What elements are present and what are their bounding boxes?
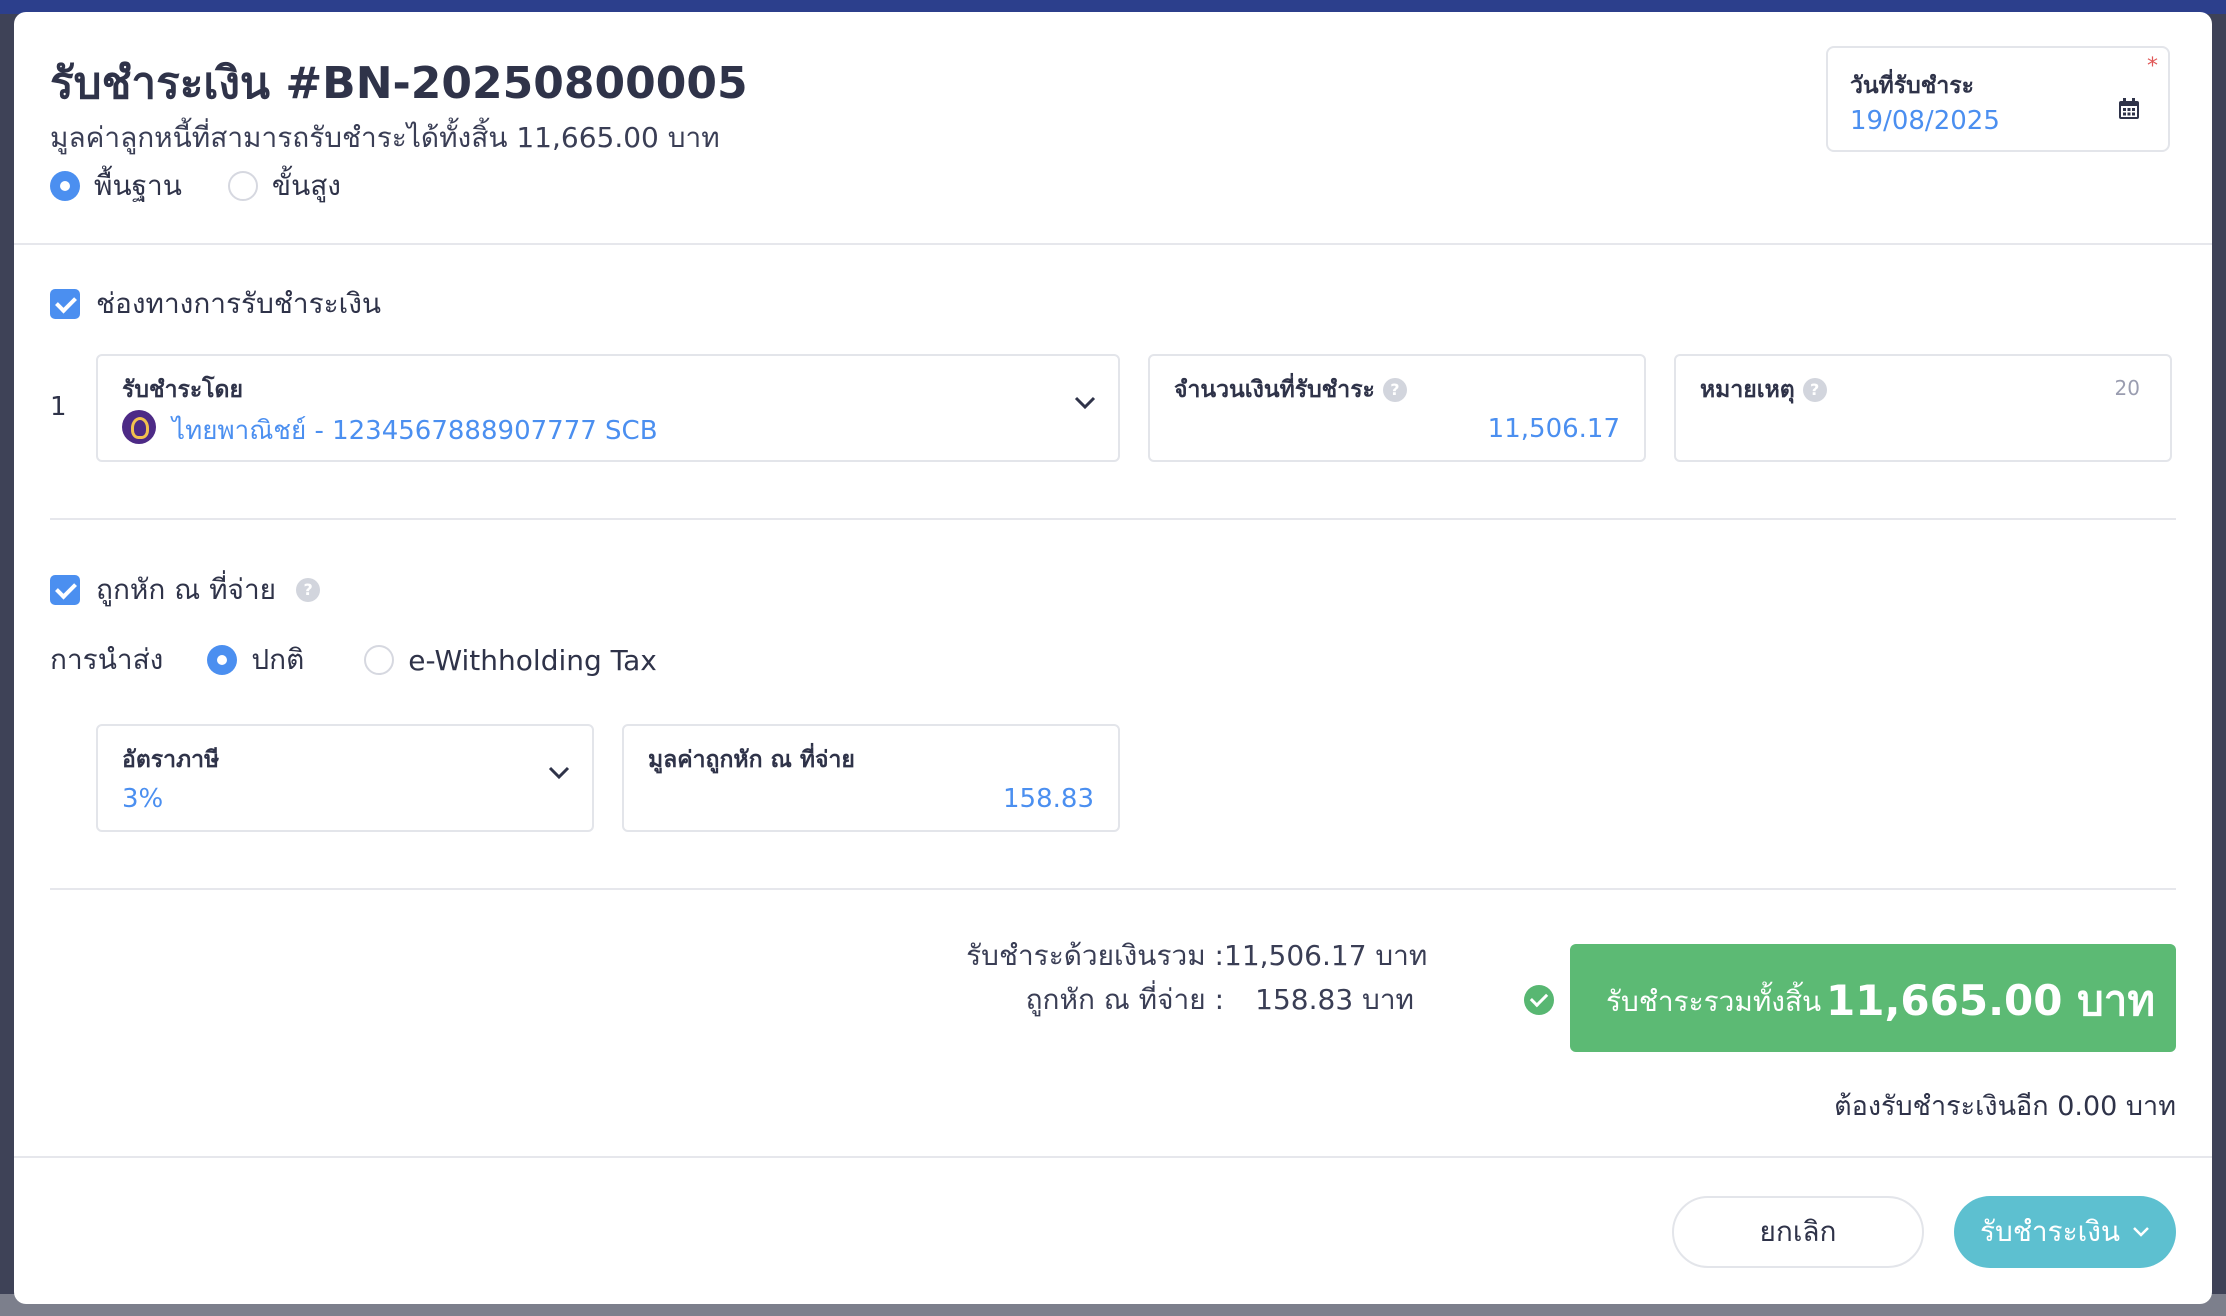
modal-title: รับชำระเงิน #BN-20250800005 (50, 58, 748, 109)
help-icon[interactable]: ? (1382, 378, 1407, 402)
received-by-select[interactable]: รับชำระโดย ไทยพาณิชย์ - 1234567888907777… (96, 354, 1120, 462)
total-received-value: 11,665.00 บาท (1826, 976, 2156, 1025)
tax-rate-value: 3% (122, 784, 164, 814)
summary-withheld-value: 158.83 บาท (1255, 983, 1414, 1016)
summary-cash-label: รับชำระด้วยเงินรวม : (966, 939, 1224, 972)
received-by-value: ไทยพาณิชย์ - 1234567888907777 SCB (172, 416, 658, 446)
amount-received-label: จำนวนเงินที่รับชำระ ? (1174, 372, 1407, 408)
mode-option-label: ขั้นสูง (271, 169, 341, 202)
mode-option-basic[interactable]: พื้นฐาน (50, 164, 182, 208)
payment-channel-toggle[interactable]: ช่องทางการรับชำระเงิน (50, 282, 381, 326)
required-mark: * (2147, 54, 2158, 79)
checkbox-checked-icon[interactable] (50, 575, 80, 605)
receive-payment-button[interactable]: รับชำระเงิน (1954, 1196, 2176, 1268)
note-field[interactable]: หมายเหตุ ? 20 (1674, 354, 2172, 462)
section-divider (50, 518, 2176, 520)
summary-withheld-row: ถูกหัก ณ ที่จ่าย : 158.83 บาท (1026, 978, 1414, 1022)
help-icon[interactable]: ? (296, 578, 321, 602)
summary-cash-row: รับชำระด้วยเงินรวม :11,506.17 บาท (966, 934, 1428, 978)
tax-rate-label: อัตราภาษี (122, 747, 220, 773)
chevron-down-icon[interactable] (2132, 1226, 2150, 1238)
submission-option-ewht[interactable]: e-Withholding Tax (364, 644, 657, 677)
withheld-amount-field[interactable]: มูลค่าถูกหัก ณ ที่จ่าย 158.83 (622, 724, 1120, 832)
note-label: หมายเหตุ ? (1700, 372, 1827, 408)
remaining-amount: ต้องรับชำระเงินอีก 0.00 บาท (1834, 1091, 2176, 1122)
section-divider (50, 888, 2176, 890)
note-char-counter: 20 (2114, 376, 2140, 400)
mode-option-advanced[interactable]: ขั้นสูง (227, 164, 341, 208)
mode-selector: พื้นฐาน ขั้นสูง (50, 164, 341, 208)
summary-withheld-label: ถูกหัก ณ ที่จ่าย : (1025, 983, 1224, 1016)
modal-header: รับชำระเงิน #BN-20250800005 มูลค่าลูกหนี… (14, 12, 2212, 245)
radio-selected-icon[interactable] (50, 171, 80, 201)
footer-divider (14, 1156, 2212, 1158)
payment-date-field[interactable]: วันที่รับชำระ * 19/08/2025 (1826, 46, 2170, 152)
withheld-amount-label: มูลค่าถูกหัก ณ ที่จ่าย (648, 747, 855, 773)
mode-option-label: พื้นฐาน (94, 169, 182, 202)
withheld-amount-value[interactable]: 158.83 (1003, 784, 1094, 814)
payment-date-label: วันที่รับชำระ (1850, 73, 1974, 99)
withholding-toggle[interactable]: ถูกหัก ณ ที่จ่าย ? (50, 568, 321, 612)
total-received-label: รับชำระรวมทั้งสิ้น (1606, 985, 1822, 1018)
payment-row-index: 1 (50, 392, 67, 422)
chevron-down-icon[interactable] (548, 766, 570, 780)
calendar-icon[interactable] (2118, 98, 2140, 120)
radio-unselected-icon[interactable] (364, 645, 395, 675)
tax-rate-select[interactable]: อัตราภาษี 3% (96, 724, 594, 832)
radio-selected-icon[interactable] (207, 645, 238, 675)
submission-option-label: e-Withholding Tax (408, 643, 657, 677)
total-received-banner: รับชำระรวมทั้งสิ้น 11,665.00 บาท (1570, 944, 2176, 1052)
amount-received-field[interactable]: จำนวนเงินที่รับชำระ ? 11,506.17 (1148, 354, 1646, 462)
payment-channel-label: ช่องทางการรับชำระเงิน (96, 287, 382, 320)
payment-date-value[interactable]: 19/08/2025 (1850, 106, 2000, 136)
submission-option-label: ปกติ (251, 643, 305, 676)
receive-payment-label: รับชำระเงิน (1980, 1215, 2120, 1248)
radio-unselected-icon[interactable] (227, 171, 258, 201)
received-by-label: รับชำระโดย (122, 377, 243, 403)
scb-bank-logo-icon (122, 410, 156, 444)
receivable-summary: มูลค่าลูกหนี้ที่สามารถรับชำระได้ทั้งสิ้น… (50, 121, 720, 154)
summary-cash-value: 11,506.17 บาท (1224, 939, 1428, 972)
cancel-button[interactable]: ยกเลิก (1672, 1196, 1924, 1268)
checkbox-checked-icon[interactable] (50, 289, 80, 319)
submission-type-row: การนำส่ง ปกติ e-Withholding Tax (50, 638, 657, 682)
payment-modal: รับชำระเงิน #BN-20250800005 มูลค่าลูกหนี… (14, 12, 2212, 1304)
submission-option-normal[interactable]: ปกติ (207, 638, 304, 682)
withholding-label: ถูกหัก ณ ที่จ่าย (96, 573, 277, 606)
amount-received-label-text: จำนวนเงินที่รับชำระ (1174, 377, 1375, 403)
help-icon[interactable]: ? (1802, 378, 1827, 402)
amount-received-value[interactable]: 11,506.17 (1488, 414, 1620, 444)
submission-type-label: การนำส่ง (50, 643, 164, 676)
note-label-text: หมายเหตุ (1700, 377, 1795, 403)
check-circle-icon (1524, 985, 1554, 1015)
chevron-down-icon[interactable] (1074, 396, 1096, 410)
